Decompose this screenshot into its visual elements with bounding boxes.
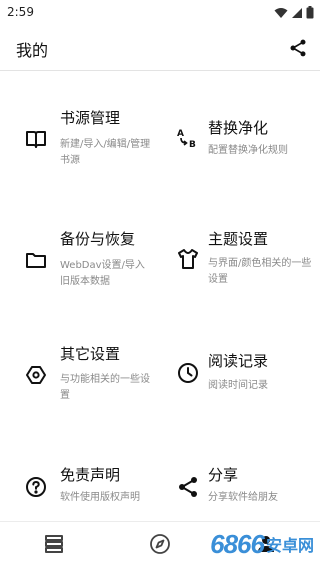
help-circle-icon [26,477,46,497]
card-backup-restore[interactable]: 备份与恢复 WebDav设置/导入旧版本数据 [0,228,150,328]
card-desc: 与功能相关的一些设置 [60,374,150,401]
watermark-logo: 6866 安卓网 [210,521,314,567]
tshirt-icon [178,249,198,269]
clock-icon [178,363,198,383]
settings-hexagon-icon [26,366,46,384]
card-title: 主题设置 [208,230,269,248]
share-icon [179,477,197,497]
status-icons [274,6,314,19]
signal-icon [292,7,302,18]
svg-text:B: B [189,140,196,149]
folder-icon [26,253,46,268]
card-desc: 与界面/颜色相关的一些设置 [208,258,312,285]
settings-grid: 书源管理 新建/导入/编辑/管理书源 AB 替换净化 配置替换净化规则 备份与恢… [0,71,320,521]
card-title: 备份与恢复 [60,230,136,248]
card-book-source[interactable]: 书源管理 新建/导入/编辑/管理书源 [0,107,150,207]
book-icon [26,131,46,148]
bookshelf-icon[interactable] [42,532,66,556]
page-title: 我的 [16,41,49,60]
card-title: 免责声明 [60,466,121,484]
card-title: 其它设置 [60,345,121,363]
card-desc: 阅读时间记录 [208,380,268,391]
battery-icon [306,6,314,19]
card-title: 替换净化 [208,119,269,137]
share-icon[interactable] [288,38,308,58]
watermark-number: 6866 [210,528,265,559]
card-other-settings[interactable]: 其它设置 与功能相关的一些设置 [0,343,150,443]
card-desc: 新建/导入/编辑/管理书源 [60,139,151,166]
card-replace-rules[interactable]: AB 替换净化 配置替换净化规则 [162,117,312,217]
status-bar: 2:59 [0,0,320,26]
card-title: 分享 [208,466,239,484]
status-time: 2:59 [7,5,34,19]
compass-icon[interactable] [148,532,172,556]
card-reading-history[interactable]: 阅读记录 阅读时间记录 [162,350,312,450]
watermark-text: 安卓网 [265,536,314,555]
card-title: 阅读记录 [208,352,269,370]
replace-ab-icon: AB [177,129,196,149]
wifi-icon [274,7,288,18]
card-desc: WebDav设置/导入旧版本数据 [60,260,145,287]
card-desc: 配置替换净化规则 [208,145,288,156]
card-desc: 分享软件给朋友 [208,492,278,503]
card-theme-settings[interactable]: 主题设置 与界面/颜色相关的一些设置 [162,228,312,328]
svg-text:A: A [177,129,184,139]
app-bar: 我的 [0,26,320,71]
card-desc: 软件使用版权声明 [60,492,140,503]
card-title: 书源管理 [60,109,121,127]
